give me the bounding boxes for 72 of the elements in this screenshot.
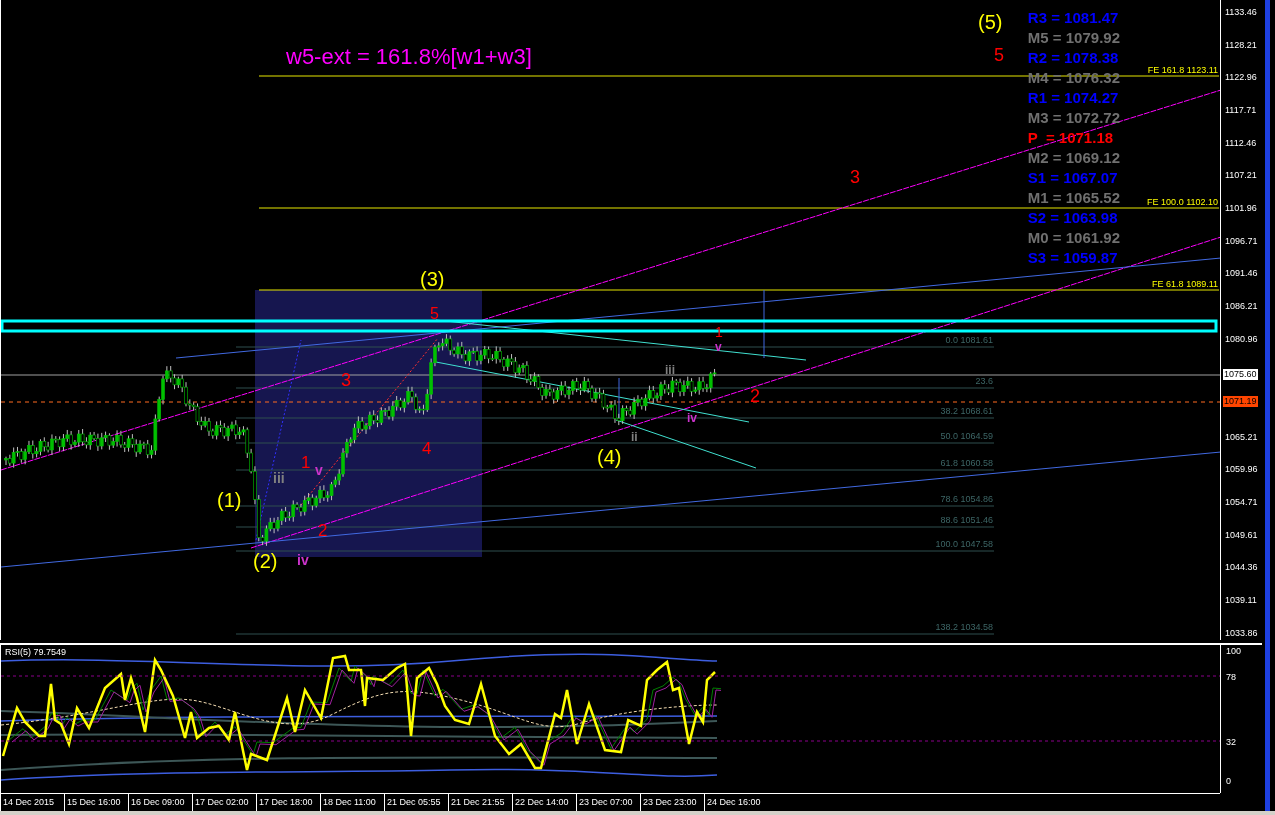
pivot-label: S2 = 1063.98 (1027, 208, 1118, 228)
wave-label: iv (687, 412, 697, 424)
fib-level-label: 23.6 (975, 377, 993, 386)
wave-label: 4 (422, 440, 432, 457)
wave-label: ii (631, 431, 638, 443)
price-label: 1049.61 (1224, 528, 1259, 542)
price-label: 1107.21 (1224, 169, 1258, 183)
price-label: 1044.36 (1224, 561, 1259, 575)
price-label: 1065.21 (1224, 430, 1259, 444)
pivot-label: M3 = 1072.72 (1027, 108, 1120, 128)
pivot-label: P = 1071.18 (1027, 128, 1114, 148)
price-label: 1101.96 (1224, 202, 1258, 216)
vertical-line (763, 289, 765, 359)
fib-level-label: 50.0 1064.59 (940, 432, 993, 441)
pivot-label: R1 = 1074.27 (1027, 88, 1119, 108)
rsi-axis-label: 78 (1226, 673, 1236, 682)
pivot-label: M2 = 1069.12 (1027, 148, 1120, 168)
wave-label: 2 (318, 522, 328, 539)
fib-level-label: 38.2 1068.61 (940, 407, 993, 416)
fib-level-label: 88.6 1051.46 (940, 516, 993, 525)
wave-label: v (315, 463, 323, 477)
wave-label: iii (273, 471, 285, 485)
wave-label: (4) (597, 447, 622, 467)
wave-label: 5 (994, 46, 1004, 64)
annotation-text: w5-ext = 161.8%[w1+w3] (286, 43, 532, 71)
price-label: 1033.86 (1224, 626, 1259, 640)
fib-expansion-label: FE 100.0 1102.10 (1147, 198, 1218, 207)
fib-level-label: 138.2 1034.58 (935, 623, 993, 632)
fib-level-label: 78.6 1054.86 (940, 495, 993, 504)
price-label: 1080.96 (1224, 332, 1259, 346)
pivot-label: S3 = 1059.87 (1027, 248, 1118, 268)
wave-label: 1 (301, 454, 311, 471)
wave-label: 3 (341, 371, 351, 389)
wave-label: (3) (420, 269, 445, 289)
price-label: 1122.96 (1224, 71, 1258, 85)
price-label: 1039.11 (1224, 594, 1258, 608)
rsi-axis-label: 100 (1226, 647, 1242, 656)
pivot-price-label: 1071.19 (1223, 396, 1258, 407)
price-label: 1133.46 (1224, 6, 1258, 19)
pivot-label: R2 = 1078.38 (1027, 48, 1119, 68)
current-price-label: 1075.60 (1223, 369, 1258, 380)
wave-label: 1 (715, 325, 723, 339)
fib-expansion-label: FE 161.8 1123.11 (1147, 66, 1218, 75)
price-label: 1128.21 (1224, 38, 1258, 52)
fib-level-label: 61.8 1060.58 (940, 459, 993, 468)
wave-label: 2 (750, 387, 760, 405)
price-label: 1086.21 (1224, 300, 1259, 314)
pivot-label: M0 = 1061.92 (1027, 228, 1120, 248)
rsi-axis-label: 0 (1226, 777, 1231, 786)
price-label: 1096.71 (1224, 234, 1259, 248)
pivot-label: S1 = 1067.07 (1027, 168, 1118, 188)
wave-label: 3 (850, 168, 860, 186)
fib-level-label: 0.0 1081.61 (945, 336, 993, 345)
wave-label: 5 (430, 306, 439, 322)
wave-label: iii (665, 364, 675, 376)
pivot-label: M5 = 1079.92 (1027, 28, 1120, 48)
rsi-axis-label: 32 (1226, 738, 1236, 747)
price-label: 1054.71 (1224, 496, 1259, 510)
price-label: 1059.96 (1224, 463, 1259, 477)
price-label: 1091.46 (1224, 267, 1259, 281)
price-label: 1117.71 (1224, 104, 1258, 117)
pivot-label: R3 = 1081.47 (1027, 8, 1119, 28)
fib-expansion-label: FE 61.8 1089.11 (1152, 280, 1218, 289)
wave-label: iv (297, 553, 309, 567)
wave-label: (1) (217, 490, 242, 510)
wave-label: (2) (253, 551, 278, 571)
fib-level-label: 100.0 1047.58 (935, 540, 993, 549)
vertical-line (618, 377, 620, 421)
pivot-label: M1 = 1065.52 (1027, 188, 1120, 208)
rsi-label: RSI(5) 79.7549 (5, 648, 67, 657)
price-label: 1112.46 (1224, 136, 1258, 150)
wave-label: (5) (978, 12, 1003, 32)
